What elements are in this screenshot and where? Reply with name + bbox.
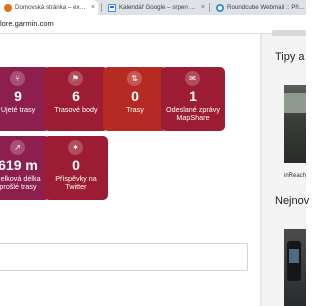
stat-label: Trasy (126, 105, 144, 114)
page-content: ⑂ 9 Ujeté trasy ⚑ 6 Trasové body ⇅ 0 Tra… (0, 30, 310, 306)
sidebar-top-element (272, 30, 306, 36)
stat-value: 619 m (0, 157, 38, 173)
tab-separator (209, 3, 210, 12)
tab-google-calendar[interactable]: Kalendář Google – srpen 2021 × (104, 0, 208, 15)
tab-title: Kalendář Google – srpen 2021 (119, 4, 199, 11)
stat-label: Trasové body (54, 105, 98, 114)
flag-icon: ⚑ (68, 71, 83, 86)
stat-label: Ujeté trasy (0, 105, 36, 114)
text-input-box[interactable] (0, 243, 248, 271)
stat-value: 0 (131, 88, 139, 104)
browser-tab-bar: Domovská stránka – explore.garmin.com × … (0, 0, 306, 15)
twitter-icon: ✦ (68, 140, 83, 155)
route-icon: ⑂ (10, 71, 25, 86)
garmin-favicon-icon (4, 3, 12, 12)
stat-value: 0 (72, 157, 80, 173)
news-image[interactable] (284, 229, 306, 306)
address-bar[interactable]: lore.garmin.com (0, 15, 306, 34)
device-screen (289, 249, 299, 263)
close-icon[interactable]: × (201, 4, 205, 11)
stat-card-mapshare-messages[interactable]: ✉ 1 Odeslané zprávy MapShare (161, 67, 225, 131)
google-calendar-favicon-icon (108, 3, 116, 12)
stat-card-twitter-posts[interactable]: ✦ 0 Příspěvky na Twitter (44, 136, 108, 200)
stat-card-total-distance[interactable]: ↗ 619 m Celková délka prošlé trasy (0, 136, 50, 200)
stat-value: 9 (14, 88, 22, 104)
track-icon: ⇅ (127, 71, 142, 86)
stat-value: 6 (72, 88, 80, 104)
tab-separator (101, 3, 102, 12)
news-heading: Nejnov (275, 195, 310, 207)
stat-card-routes[interactable]: ⑂ 9 Ujeté trasy (0, 67, 50, 131)
stat-value: 1 (189, 88, 197, 104)
tab-roundcube-webmail[interactable]: Roundcube Webmail :: Přichozí (212, 0, 306, 15)
tip-image-sky (284, 93, 306, 113)
tip-caption[interactable]: inReach (284, 173, 306, 179)
right-sidebar: Tipy a inReach Nejnov (262, 30, 310, 306)
tips-heading: Tipy a (275, 51, 305, 63)
stats-panel: ⑂ 9 Ujeté trasy ⚑ 6 Trasové body ⇅ 0 Tra… (0, 34, 260, 306)
stat-label: Odeslané zprávy MapShare (166, 105, 220, 122)
close-icon[interactable]: × (91, 4, 95, 11)
stat-card-waypoints[interactable]: ⚑ 6 Trasové body (44, 67, 108, 131)
stat-label: Celková délka prošlé trasy (0, 174, 41, 191)
roundcube-favicon-icon (216, 3, 224, 12)
tab-title: Roundcube Webmail :: Přichozí (227, 4, 306, 11)
message-icon: ✉ (185, 71, 200, 86)
stat-label: Příspěvky na Twitter (55, 174, 97, 191)
url-text[interactable]: lore.garmin.com (0, 19, 54, 28)
chart-icon: ↗ (10, 140, 25, 155)
stat-card-tracks[interactable]: ⇅ 0 Trasy (103, 67, 167, 131)
tab-garmin-explore[interactable]: Domovská stránka – explore.garmin.com × (0, 0, 98, 15)
tip-image[interactable] (284, 85, 306, 163)
tab-title: Domovská stránka – explore.garmin.com (15, 4, 89, 11)
